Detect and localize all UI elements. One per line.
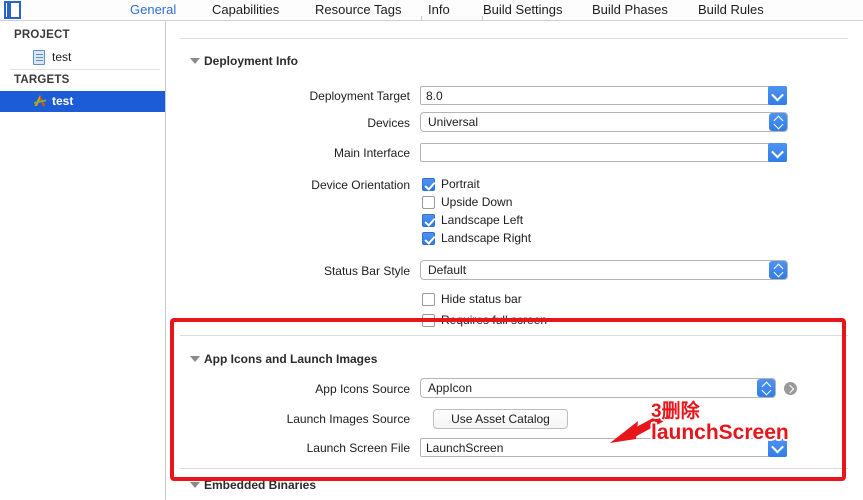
disclosure-triangle-embedded-binaries[interactable] [190, 482, 200, 488]
checkbox-requires-full-screen[interactable] [422, 314, 435, 327]
xcode-general-settings-screen: General Capabilities Resource Tags Info … [0, 0, 863, 500]
checkbox-label: Requires full screen [441, 313, 548, 327]
status-bar-style-popup-button[interactable]: Default [420, 260, 788, 280]
tab-build-phases[interactable]: Build Phases [592, 1, 668, 19]
label-device-orientation: Device Orientation [311, 178, 410, 192]
section-title-embedded-binaries: Embedded Binaries [204, 478, 317, 492]
sidebar-item-project-test[interactable]: test [0, 47, 165, 68]
label-app-icons-source: App Icons Source [315, 382, 410, 396]
status-bar-style-value: Default [428, 263, 467, 277]
editor-pane-icon[interactable] [4, 1, 21, 19]
sidebar-header-project: PROJECT [14, 29, 70, 41]
project-document-icon [33, 50, 45, 65]
checkbox-landscape-right[interactable] [422, 232, 435, 245]
label-status-bar-style: Status Bar Style [323, 264, 410, 278]
label-main-interface: Main Interface [333, 146, 410, 160]
sidebar-item-label: test [52, 50, 72, 64]
deployment-target-combobox[interactable]: 8.0 [420, 86, 787, 105]
checkbox-upside-down[interactable] [422, 196, 435, 209]
tab-capabilities[interactable]: Capabilities [212, 1, 279, 19]
disclosure-triangle-app-icons[interactable] [190, 356, 200, 362]
tab-resource-tags[interactable]: Resource Tags [315, 1, 401, 19]
devices-popup-button[interactable]: Universal [420, 112, 788, 132]
chevron-up-down-icon[interactable] [757, 379, 775, 397]
sidebar-item-target-test[interactable]: test [0, 91, 165, 112]
section-title-deployment-info: Deployment Info [204, 54, 299, 68]
section-title-app-icons: App Icons and Launch Images [204, 352, 378, 366]
section-divider-embedded-binaries [180, 468, 848, 469]
label-deployment-target: Deployment Target [309, 89, 411, 103]
checkbox-portrait[interactable] [422, 178, 435, 191]
sidebar-header-targets: TARGETS [14, 74, 70, 86]
main-interface-combobox[interactable] [420, 143, 787, 162]
label-launch-screen-file: Launch Screen File [306, 441, 410, 455]
tab-build-rules[interactable]: Build Rules [698, 1, 764, 19]
target-app-icon [32, 93, 48, 109]
app-icons-source-value: AppIcon [428, 381, 473, 395]
devices-value: Universal [428, 115, 479, 129]
checkbox-hide-status-bar[interactable] [422, 293, 435, 306]
section-divider-app-icons [180, 335, 848, 336]
checkbox-label: Upside Down [441, 195, 513, 209]
app-icons-source-popup-button[interactable]: AppIcon [420, 378, 776, 398]
tab-build-settings[interactable]: Build Settings [483, 1, 563, 19]
annotation-text-line-2: launchScreen [651, 421, 789, 444]
chevron-down-icon[interactable] [768, 86, 787, 105]
deployment-target-value: 8.0 [426, 89, 443, 103]
checkbox-label: Landscape Right [441, 231, 532, 245]
launch-screen-file-value: LaunchScreen [426, 441, 504, 455]
chevron-down-icon[interactable] [768, 143, 787, 162]
label-devices: Devices [367, 116, 410, 130]
project-targets-sidebar: PROJECT test TARGETS test [0, 21, 165, 500]
checkbox-label: Hide status bar [441, 292, 522, 306]
chevron-up-down-icon[interactable] [769, 261, 787, 279]
arrow-right-circle-icon[interactable] [784, 382, 797, 395]
checkbox-label: Portrait [441, 177, 480, 191]
annotation-text-line-1: 3删除 [651, 401, 700, 422]
checkbox-landscape-left[interactable] [422, 214, 435, 227]
tab-general[interactable]: General [130, 1, 176, 19]
checkbox-label: Landscape Left [441, 213, 524, 227]
section-divider-top [180, 38, 848, 39]
sidebar-item-label: test [52, 94, 74, 108]
use-asset-catalog-button[interactable]: Use Asset Catalog [433, 409, 568, 429]
chevron-up-down-icon[interactable] [769, 113, 787, 131]
sidebar-divider [10, 69, 160, 70]
disclosure-triangle-deployment-info[interactable] [190, 58, 200, 64]
label-launch-images-source: Launch Images Source [286, 412, 410, 426]
